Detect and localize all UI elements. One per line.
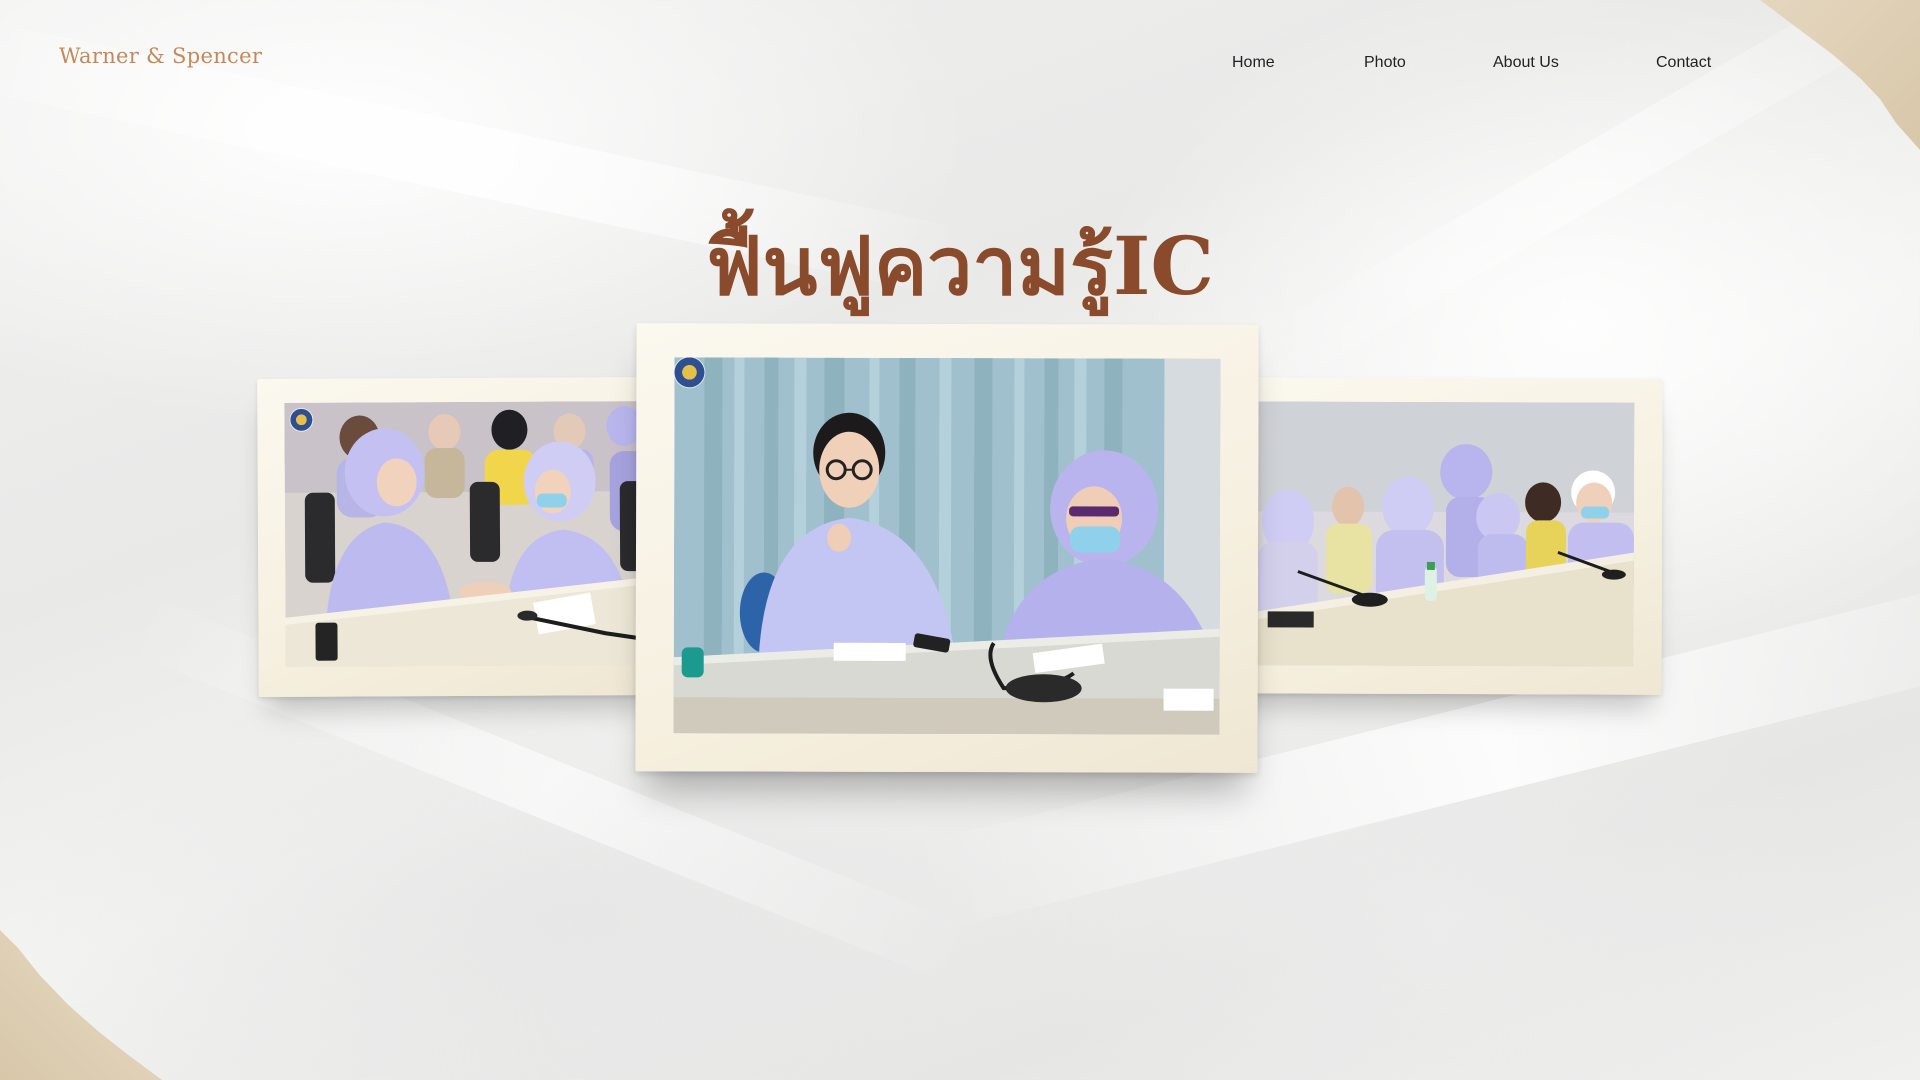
photo-frame-left[interactable]: [257, 376, 659, 698]
torn-paper-corner: [0, 930, 162, 1080]
hospital-logo-icon: [290, 408, 313, 431]
page-title: ฟื้นฟูความรู้IC: [705, 218, 1215, 313]
photo-frame-center[interactable]: [635, 323, 1259, 773]
hospital-logo-icon: [674, 357, 705, 388]
main-nav: Home Photo About Us Contact: [0, 54, 1920, 78]
meeting-photo-left: [284, 400, 659, 667]
meeting-photo-center: [673, 357, 1221, 735]
photo-left: [284, 400, 659, 667]
photo-center: [673, 357, 1221, 735]
nav-link-about-us[interactable]: About Us: [1493, 54, 1559, 72]
nav-link-home[interactable]: Home: [1232, 54, 1275, 72]
nav-link-contact[interactable]: Contact: [1656, 54, 1711, 72]
photo-right: [1257, 401, 1635, 667]
meeting-photo-right: [1257, 401, 1635, 667]
nav-link-photo[interactable]: Photo: [1364, 54, 1406, 72]
photo-frame-right[interactable]: [1229, 377, 1663, 695]
